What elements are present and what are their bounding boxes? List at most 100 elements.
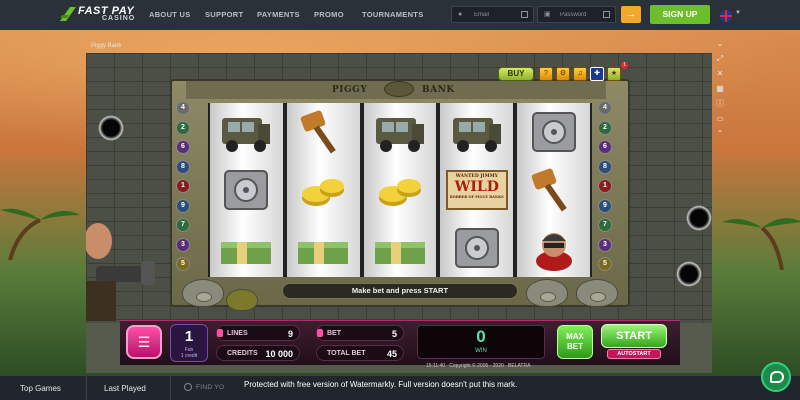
line-number[interactable]: 9	[598, 198, 612, 213]
monitor-icon[interactable]: ▭	[714, 113, 726, 125]
bullet-hole-icon	[686, 205, 712, 231]
palm-right-icon	[722, 218, 800, 270]
lines-selector[interactable]	[217, 329, 223, 337]
chevron-up-icon[interactable]: ⌃	[714, 128, 726, 140]
autostart-button[interactable]: AUTOSTART	[607, 349, 661, 359]
pig-sign-icon	[226, 289, 258, 311]
line-number[interactable]: 4	[176, 101, 190, 115]
line-number[interactable]: 6	[598, 140, 612, 154]
email-input[interactable]	[474, 11, 522, 18]
bullet-hole-icon	[676, 261, 702, 287]
line-numbers-left: 4 2 6 8 1 9 7 3 5	[176, 101, 190, 277]
line-number[interactable]: 8	[176, 159, 190, 174]
uk-flag-icon[interactable]	[720, 10, 732, 22]
line-number[interactable]: 2	[176, 120, 190, 135]
line-number[interactable]: 7	[598, 218, 612, 232]
close-icon[interactable]: ✕	[714, 68, 726, 80]
info-icon[interactable]: ⓘ	[714, 98, 726, 110]
line-number[interactable]: 6	[176, 140, 190, 154]
tab-top-games[interactable]: Top Games	[20, 384, 61, 393]
chat-button[interactable]	[761, 362, 791, 392]
notification-badge: 1	[621, 62, 628, 69]
login-submit-button[interactable]: →	[621, 6, 641, 23]
game-window-title: Piggy Bank	[91, 43, 122, 49]
win-label: WIN	[475, 348, 487, 354]
line-number[interactable]: 5	[598, 257, 612, 271]
search-input[interactable]: FIND YO	[196, 384, 224, 391]
line-number[interactable]: 5	[176, 257, 190, 271]
line-number[interactable]: 2	[598, 120, 612, 135]
password-field[interactable]: ▣	[537, 6, 616, 23]
bullet-hole-icon	[98, 115, 124, 141]
bet-box[interactable]: BET 5	[316, 325, 404, 341]
lines-label: LINES	[227, 330, 248, 337]
nav-payments[interactable]: PAYMENTS	[257, 10, 300, 19]
nav-support[interactable]: SUPPORT	[205, 10, 243, 19]
palm-left-icon	[0, 208, 80, 260]
line-number[interactable]: 1	[598, 179, 612, 193]
language-flag-icon[interactable]: ✚	[590, 67, 604, 81]
chevron-down-icon[interactable]: ⌄	[714, 38, 726, 50]
chat-bubble-icon	[770, 371, 784, 383]
safe-icon	[440, 219, 513, 277]
tab-last-played[interactable]: Last Played	[104, 384, 146, 393]
logo-text-bottom: CASINO	[102, 15, 136, 22]
lines-box[interactable]: LINES 9	[216, 325, 300, 341]
nav-tournaments[interactable]: TOURNAMENTS	[362, 10, 424, 19]
trophy-icon[interactable]: ★	[607, 67, 621, 81]
coins-icon	[287, 161, 360, 219]
settings-icon[interactable]: ⚙	[556, 67, 570, 81]
max-bet-button[interactable]: MAX BET	[557, 325, 593, 359]
sound-icon[interactable]: ♫	[573, 67, 587, 81]
line-number[interactable]: 3	[598, 237, 612, 252]
bet-value: 5	[391, 329, 397, 339]
message-bar: Make bet and press START	[282, 283, 518, 299]
rules-icon[interactable]: ▦	[714, 83, 726, 95]
line-number[interactable]: 8	[598, 159, 612, 174]
nav-promo[interactable]: PROMO	[314, 10, 344, 19]
password-checkbox[interactable]	[603, 11, 610, 18]
bet-level-box[interactable]: 1 Fun 1 credit	[170, 324, 208, 362]
password-input[interactable]	[560, 11, 608, 18]
line-number[interactable]: 9	[176, 198, 190, 213]
max-bet-label-2: BET	[567, 342, 583, 351]
credits-value: 10 000	[265, 349, 293, 359]
signup-button[interactable]: SIGN UP	[650, 5, 710, 24]
footer-time: 15:11:40	[426, 363, 446, 369]
language-caret-icon[interactable]: ▼	[735, 10, 741, 16]
top-nav: FAST PAY CASINO ABOUT US SUPPORT PAYMENT…	[0, 0, 800, 30]
max-bet-label-1: MAX	[566, 332, 584, 341]
help-icon[interactable]: ?	[539, 67, 553, 81]
safe-icon	[517, 103, 590, 161]
email-field[interactable]: ●	[451, 6, 534, 23]
line-number[interactable]: 7	[176, 218, 190, 232]
reel: WANTED JIMMY WILD ROBBER OF PIGGY BANKS	[440, 103, 514, 277]
expand-icon[interactable]: ⤢	[714, 53, 726, 65]
search-icon[interactable]	[184, 383, 192, 391]
divider	[86, 376, 87, 400]
hamburger-menu-icon[interactable]: ☰	[126, 325, 162, 359]
credits-label: CREDITS	[227, 350, 258, 357]
site-logo[interactable]: FAST PAY CASINO	[60, 5, 138, 25]
reels: WANTED JIMMY WILD ROBBER OF PIGGY BANKS	[208, 103, 592, 277]
total-bet-label: TOTAL BET	[327, 350, 366, 357]
line-number[interactable]: 4	[598, 101, 612, 115]
line-number[interactable]: 3	[176, 237, 190, 252]
bet-selector[interactable]	[317, 329, 323, 337]
nav-about-us[interactable]: ABOUT US	[149, 10, 191, 19]
hammer-icon	[517, 161, 590, 219]
email-checkbox[interactable]	[521, 11, 528, 18]
safe-icon	[210, 161, 283, 219]
game-canvas[interactable]: PIGGY BANK BUY ? ⚙ ♫ ✚ ★ 1 4 2 6 8 1 9 7…	[86, 53, 712, 373]
buy-button[interactable]: BUY	[498, 67, 534, 81]
start-button[interactable]: START	[601, 324, 667, 348]
wild-icon: WANTED JIMMY WILD ROBBER OF PIGGY BANKS	[440, 161, 513, 219]
lock-icon: ▣	[544, 10, 551, 18]
line-number[interactable]: 1	[176, 179, 190, 193]
hammer-icon	[287, 103, 360, 161]
wild-text-bot: ROBBER OF PIGGY BANKS	[449, 195, 504, 199]
credits-box: CREDITS 10 000	[216, 345, 300, 361]
side-rail: ⌄ ⤢ ✕ ▦ ⓘ ▭ ⌃	[714, 38, 730, 143]
footer-brand: BELATRA	[508, 363, 531, 369]
bet-level-value: 1	[184, 328, 194, 345]
